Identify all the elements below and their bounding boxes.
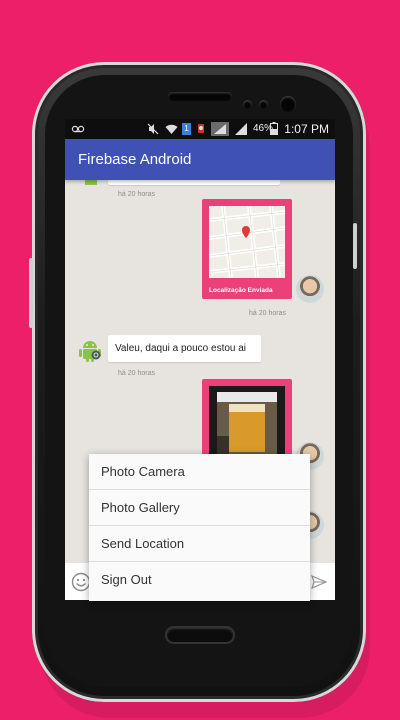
clock: 1:07 PM: [284, 122, 329, 136]
message-text: Valeu, daqui a pouco estou ai: [115, 343, 247, 354]
map-thumbnail: [209, 206, 285, 278]
power-key: [353, 223, 357, 269]
location-message-card[interactable]: Localização Enviada: [202, 199, 292, 299]
app-bar: Firebase Android: [65, 139, 335, 180]
message-bubble-partial: [108, 180, 280, 185]
message-time: há 20 horas: [249, 310, 286, 317]
text-message-bubble[interactable]: Valeu, daqui a pouco estou ai: [108, 335, 261, 362]
mute-icon: [147, 123, 159, 135]
earpiece-speaker: [168, 92, 232, 101]
battery-icon: [270, 122, 278, 135]
cell-signal-icon: [235, 123, 247, 135]
app-title: Firebase Android: [78, 151, 192, 168]
wifi-icon: [165, 124, 178, 134]
menu-item-sign-out[interactable]: Sign Out: [89, 562, 310, 598]
sensor-dot: [259, 100, 268, 109]
alarm-icon: [198, 124, 204, 133]
menu-item-photo-camera[interactable]: Photo Camera: [89, 454, 310, 490]
voicemail-icon: [71, 125, 85, 133]
overflow-menu: Photo Camera Photo Gallery Send Location…: [89, 454, 310, 601]
menu-item-photo-gallery[interactable]: Photo Gallery: [89, 490, 310, 526]
message-time: há 20 horas: [118, 191, 155, 198]
message-time: há 20 horas: [118, 370, 155, 377]
location-caption: Localização Enviada: [209, 287, 273, 294]
front-camera: [280, 96, 296, 112]
emoji-icon[interactable]: [71, 572, 91, 592]
volume-key: [29, 258, 33, 328]
map-image: [209, 206, 285, 278]
menu-item-send-location[interactable]: Send Location: [89, 526, 310, 562]
send-icon[interactable]: [311, 575, 327, 589]
avatar-droid-partial: [85, 180, 97, 185]
user-avatar: [296, 275, 324, 303]
home-button[interactable]: [165, 626, 235, 644]
notification-icon: 1: [182, 123, 191, 135]
android-avatar-icon: [79, 341, 101, 362]
status-bar: 1 46% 1:07 PM: [65, 119, 335, 139]
sensor-dot: [243, 100, 252, 109]
signal-icon: [211, 122, 229, 136]
